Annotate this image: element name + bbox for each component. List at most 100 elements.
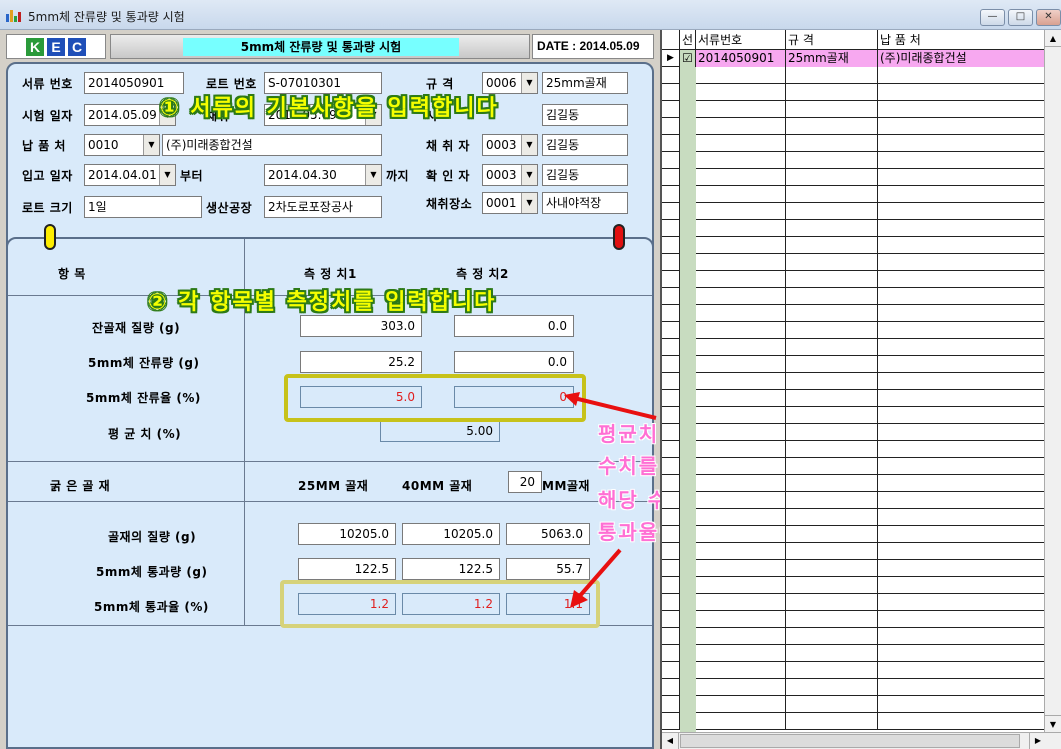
empty-table-row[interactable] xyxy=(662,577,1061,594)
empty-table-row[interactable] xyxy=(662,475,1061,492)
empty-table-row[interactable] xyxy=(662,407,1061,424)
checker-name-field[interactable]: 김길동 xyxy=(542,164,628,186)
vertical-scrollbar[interactable]: ▲ ▼ xyxy=(1044,30,1061,732)
empty-table-row[interactable] xyxy=(662,645,1061,662)
scroll-down-icon[interactable]: ▼ xyxy=(1045,715,1061,732)
empty-grid-cell xyxy=(786,509,878,526)
retained-mass-m1-field[interactable]: 25.2 xyxy=(300,351,422,373)
empty-table-row[interactable] xyxy=(662,373,1061,390)
test-person-field[interactable]: 김길동 xyxy=(542,104,628,126)
dropdown-arrow-icon[interactable]: ▼ xyxy=(521,135,537,155)
dropdown-arrow-icon[interactable]: ▼ xyxy=(521,165,537,185)
minimize-button[interactable]: — xyxy=(980,9,1005,26)
sampler-name-field[interactable]: 김길동 xyxy=(542,134,628,156)
empty-grid-cell xyxy=(662,67,680,84)
empty-table-row[interactable] xyxy=(662,424,1061,441)
empty-grid-cell xyxy=(662,390,680,407)
horizontal-scroll-thumb[interactable] xyxy=(680,734,1020,748)
average-field[interactable]: 5.00 xyxy=(380,420,500,442)
empty-table-row[interactable] xyxy=(662,118,1061,135)
dropdown-arrow-icon[interactable]: ▼ xyxy=(143,135,159,155)
empty-table-row[interactable] xyxy=(662,628,1061,645)
empty-table-row[interactable] xyxy=(662,152,1061,169)
coarse-custom-size-field[interactable]: 20 xyxy=(508,471,542,493)
in-date-from-combo[interactable]: 2014.04.01 ▼ xyxy=(84,164,176,186)
table-row[interactable]: ▶ ☑ 2014050901 25mm골재 (주)미래종합건설 xyxy=(662,50,1061,67)
in-date-to-combo[interactable]: 2014.04.30 ▼ xyxy=(264,164,382,186)
empty-table-row[interactable] xyxy=(662,67,1061,84)
empty-grid-cell xyxy=(786,390,878,407)
empty-table-row[interactable] xyxy=(662,492,1061,509)
measure2-column-header: 측 정 치2 xyxy=(456,267,509,281)
empty-table-row[interactable] xyxy=(662,203,1061,220)
fine-mass-m1-field[interactable]: 303.0 xyxy=(300,315,422,337)
empty-table-row[interactable] xyxy=(662,713,1061,730)
empty-table-row[interactable] xyxy=(662,288,1061,305)
coarse-mass-25-field[interactable]: 10205.0 xyxy=(298,523,396,545)
form-header: K E C 5mm체 잔류량 및 통과량 시험 DATE : 2014.05.0… xyxy=(6,34,654,60)
empty-table-row[interactable] xyxy=(662,254,1061,271)
spec-column-header[interactable]: 규 격 xyxy=(786,30,878,50)
dropdown-arrow-icon[interactable]: ▼ xyxy=(159,165,175,185)
retained-mass-m2-field[interactable]: 0.0 xyxy=(454,351,574,373)
empty-table-row[interactable] xyxy=(662,662,1061,679)
empty-table-row[interactable] xyxy=(662,679,1061,696)
empty-table-row[interactable] xyxy=(662,356,1061,373)
doc-no-column-header[interactable]: 서류번호 xyxy=(696,30,786,50)
empty-table-row[interactable] xyxy=(662,441,1061,458)
supplier-column-header[interactable]: 납 품 처 xyxy=(878,30,1046,50)
empty-table-row[interactable] xyxy=(662,186,1061,203)
empty-table-row[interactable] xyxy=(662,611,1061,628)
dropdown-arrow-icon[interactable]: ▼ xyxy=(365,165,381,185)
empty-table-row[interactable] xyxy=(662,169,1061,186)
empty-table-row[interactable] xyxy=(662,560,1061,577)
dropdown-arrow-icon[interactable]: ▼ xyxy=(521,193,537,213)
factory-field[interactable]: 2차도로포장공사 xyxy=(264,196,382,218)
passing-mass-25-field[interactable]: 122.5 xyxy=(298,558,396,580)
test-date-label: 시험 일자 xyxy=(22,109,73,123)
empty-table-row[interactable] xyxy=(662,305,1061,322)
maximize-button[interactable]: □ xyxy=(1008,9,1033,26)
empty-grid-cell xyxy=(662,577,680,594)
passing-mass-40-field[interactable]: 122.5 xyxy=(402,558,500,580)
dropdown-arrow-icon[interactable]: ▼ xyxy=(521,73,537,93)
lot-size-field[interactable]: 1일 xyxy=(84,196,202,218)
empty-table-row[interactable] xyxy=(662,339,1061,356)
empty-table-row[interactable] xyxy=(662,543,1061,560)
empty-table-row[interactable] xyxy=(662,594,1061,611)
empty-table-row[interactable] xyxy=(662,135,1061,152)
empty-grid-cell xyxy=(786,67,878,84)
empty-table-row[interactable] xyxy=(662,696,1061,713)
empty-table-row[interactable] xyxy=(662,237,1061,254)
empty-grid-cell xyxy=(696,696,786,713)
scroll-left-icon[interactable]: ◀ xyxy=(662,733,679,749)
place-name-field[interactable]: 사내야적장 xyxy=(542,192,628,214)
row-select-checkbox[interactable]: ☑ xyxy=(680,50,696,67)
empty-grid-cell xyxy=(662,152,680,169)
sampler-code-combo[interactable]: 0003 ▼ xyxy=(482,134,538,156)
empty-table-row[interactable] xyxy=(662,101,1061,118)
fine-mass-m2-field[interactable]: 0.0 xyxy=(454,315,574,337)
empty-table-row[interactable] xyxy=(662,220,1061,237)
scroll-up-icon[interactable]: ▲ xyxy=(1045,30,1061,47)
supplier-name-field[interactable]: (주)미래종합건설 xyxy=(162,134,382,156)
select-column-header[interactable]: 선 xyxy=(680,30,696,50)
empty-table-row[interactable] xyxy=(662,390,1061,407)
empty-table-row[interactable] xyxy=(662,322,1061,339)
empty-table-row[interactable] xyxy=(662,526,1061,543)
empty-table-row[interactable] xyxy=(662,509,1061,526)
empty-table-row[interactable] xyxy=(662,84,1061,101)
supplier-code-combo[interactable]: 0010 ▼ xyxy=(84,134,160,156)
empty-grid-cell xyxy=(786,271,878,288)
checker-code-combo[interactable]: 0003 ▼ xyxy=(482,164,538,186)
place-code-combo[interactable]: 0001 ▼ xyxy=(482,192,538,214)
horizontal-scrollbar[interactable]: ◀ ▶ xyxy=(662,732,1061,749)
spec-name-field[interactable]: 25mm골재 xyxy=(542,72,628,94)
window-titlebar: 5mm체 잔류량 및 통과량 시험 — □ ✕ xyxy=(0,0,1061,30)
empty-table-row[interactable] xyxy=(662,271,1061,288)
empty-table-row[interactable] xyxy=(662,458,1061,475)
coarse-mass-40-field[interactable]: 10205.0 xyxy=(402,523,500,545)
close-button[interactable]: ✕ xyxy=(1036,9,1061,26)
scroll-right-icon[interactable]: ▶ xyxy=(1029,733,1046,749)
empty-grid-cell xyxy=(662,101,680,118)
